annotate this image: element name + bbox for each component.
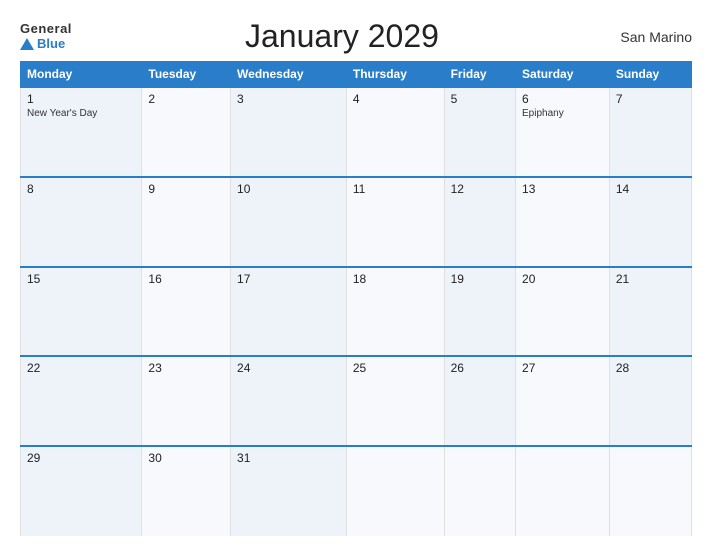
calendar-cell: 16	[142, 267, 231, 357]
calendar-cell: 12	[444, 177, 515, 267]
day-number: 9	[148, 182, 224, 196]
day-number: 20	[522, 272, 603, 286]
day-number: 25	[353, 361, 438, 375]
day-number: 31	[237, 451, 340, 465]
calendar-page: General Blue January 2029 San Marino Mon…	[0, 0, 712, 550]
logo-blue-text: Blue	[20, 37, 72, 51]
day-number: 17	[237, 272, 340, 286]
calendar-cell	[346, 446, 444, 536]
calendar-cell: 25	[346, 356, 444, 446]
weekday-header-friday: Friday	[444, 62, 515, 88]
week-row-2: 89 10 11 12 13 14	[21, 177, 692, 267]
calendar-cell: 15	[21, 267, 142, 357]
calendar-cell: 18	[346, 267, 444, 357]
calendar-cell: 24	[231, 356, 347, 446]
day-number: 15	[27, 272, 135, 286]
calendar-cell: 26	[444, 356, 515, 446]
day-number: 28	[616, 361, 685, 375]
day-number: 12	[451, 182, 509, 196]
week-row-4: 22 23 24 25 26 27 28	[21, 356, 692, 446]
logo-general-text: General	[20, 22, 72, 36]
logo: General Blue	[20, 22, 72, 51]
calendar-cell: 28	[609, 356, 691, 446]
calendar-cell	[444, 446, 515, 536]
calendar-cell: 22	[21, 356, 142, 446]
week-row-5: 29 30 31	[21, 446, 692, 536]
week-row-1: 1 New Year's Day 23456 Epiphany 7	[21, 87, 692, 177]
day-number: 16	[148, 272, 224, 286]
day-number: 10	[237, 182, 340, 196]
calendar-cell: 29	[21, 446, 142, 536]
calendar-cell: 11	[346, 177, 444, 267]
calendar-cell: 6 Epiphany	[516, 87, 610, 177]
holiday-name: New Year's Day	[27, 108, 135, 119]
calendar-cell: 14	[609, 177, 691, 267]
day-number: 13	[522, 182, 603, 196]
calendar-cell: 20	[516, 267, 610, 357]
calendar-cell: 23	[142, 356, 231, 446]
logo-triangle-icon	[20, 38, 34, 50]
weekday-header-wednesday: Wednesday	[231, 62, 347, 88]
calendar-cell: 17	[231, 267, 347, 357]
day-number: 18	[353, 272, 438, 286]
day-number: 5	[451, 92, 509, 106]
day-number: 8	[27, 182, 135, 196]
calendar-cell: 1 New Year's Day	[21, 87, 142, 177]
day-number: 4	[353, 92, 438, 106]
calendar-cell: 2	[142, 87, 231, 177]
calendar-cell: 21	[609, 267, 691, 357]
calendar-header: General Blue January 2029 San Marino	[20, 18, 692, 55]
day-number: 22	[27, 361, 135, 375]
day-number: 14	[616, 182, 685, 196]
weekday-header-tuesday: Tuesday	[142, 62, 231, 88]
day-number: 2	[148, 92, 224, 106]
day-number: 23	[148, 361, 224, 375]
calendar-cell	[609, 446, 691, 536]
holiday-name: Epiphany	[522, 108, 603, 119]
calendar-cell: 8	[21, 177, 142, 267]
day-number: 30	[148, 451, 224, 465]
calendar-table: MondayTuesdayWednesdayThursdayFridaySatu…	[20, 61, 692, 536]
calendar-cell: 9	[142, 177, 231, 267]
weekday-header-monday: Monday	[21, 62, 142, 88]
day-number: 24	[237, 361, 340, 375]
calendar-title: January 2029	[72, 18, 612, 55]
calendar-cell: 19	[444, 267, 515, 357]
day-number: 19	[451, 272, 509, 286]
day-number: 27	[522, 361, 603, 375]
calendar-cell: 5	[444, 87, 515, 177]
calendar-cell: 7	[609, 87, 691, 177]
calendar-cell: 10	[231, 177, 347, 267]
day-number: 26	[451, 361, 509, 375]
calendar-cell: 3	[231, 87, 347, 177]
region-label: San Marino	[612, 29, 692, 45]
calendar-cell: 27	[516, 356, 610, 446]
day-number: 21	[616, 272, 685, 286]
calendar-cell: 31	[231, 446, 347, 536]
day-number: 11	[353, 182, 438, 196]
day-number: 6	[522, 92, 603, 106]
weekday-header-saturday: Saturday	[516, 62, 610, 88]
day-number: 29	[27, 451, 135, 465]
calendar-cell	[516, 446, 610, 536]
calendar-cell: 4	[346, 87, 444, 177]
week-row-3: 15 16 17 18 19 20 21	[21, 267, 692, 357]
calendar-cell: 30	[142, 446, 231, 536]
weekday-header-sunday: Sunday	[609, 62, 691, 88]
day-number: 1	[27, 92, 135, 106]
day-number: 3	[237, 92, 340, 106]
day-number: 7	[616, 92, 685, 106]
weekday-header-thursday: Thursday	[346, 62, 444, 88]
calendar-cell: 13	[516, 177, 610, 267]
